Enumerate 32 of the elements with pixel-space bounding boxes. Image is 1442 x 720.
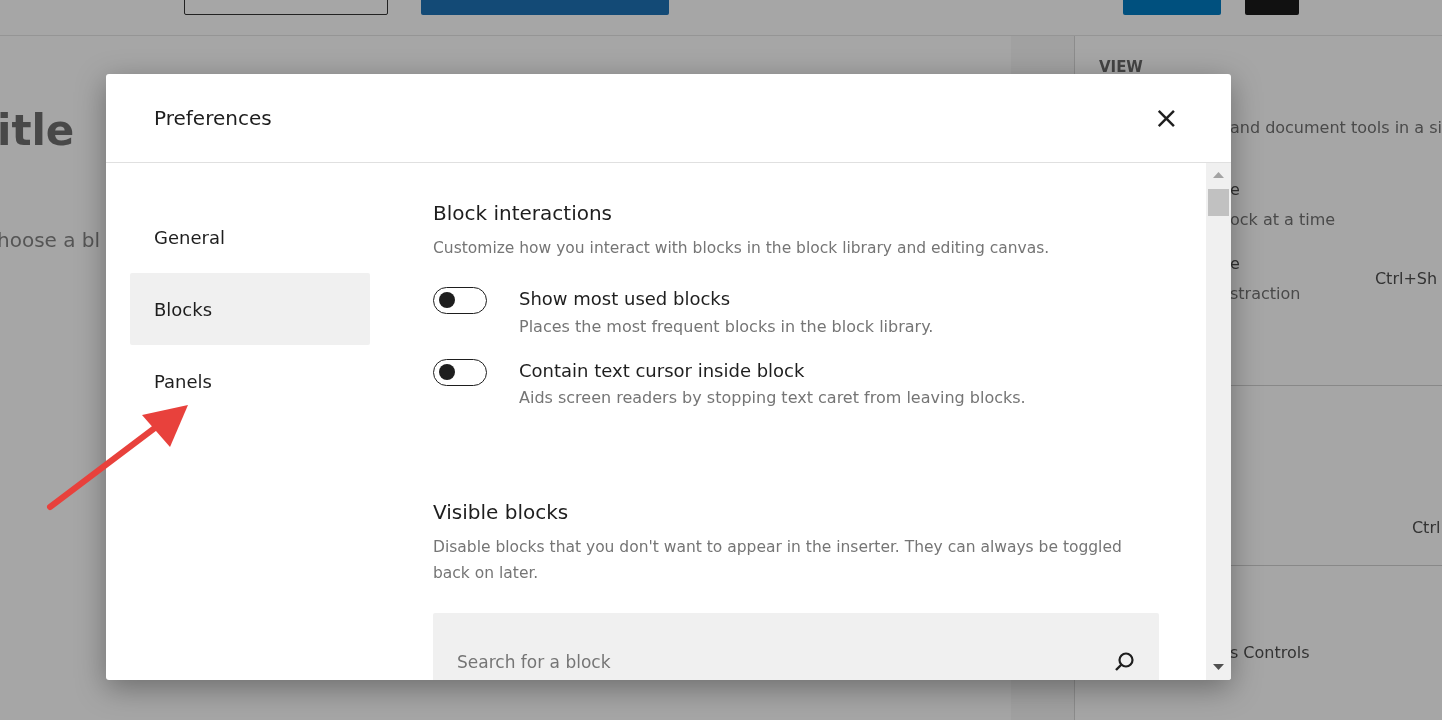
section-title: Visible blocks	[433, 500, 570, 525]
section-description: Disable blocks that you don't want to appear in the inserter. They can always be toggled back on later.	[433, 537, 1123, 585]
section-heading: VIEW	[1098, 57, 1144, 78]
scroll-thumb[interactable]	[1208, 189, 1229, 216]
nav-tab[interactable]: General	[130, 201, 370, 273]
option-description: ock at a time	[1229, 208, 1337, 231]
toggle-help-text: Places the most frequent blocks in the block library.	[519, 315, 934, 338]
toggle-switch[interactable]	[433, 287, 487, 315]
post-title-text: itle	[0, 106, 75, 155]
section-title: Block interactions	[433, 201, 614, 225]
toggle-label: Contain text cursor inside block	[519, 358, 806, 383]
nav-tab[interactable]: Blocks	[130, 273, 370, 345]
search-field[interactable]: Search for a block	[433, 612, 1159, 680]
option-label: e	[1229, 252, 1240, 275]
option-description: straction	[1229, 282, 1302, 305]
shortcut-text: Ctrl+Sh	[1374, 267, 1438, 290]
shortcut-text: Ctrl	[1411, 516, 1441, 539]
scroll-up-icon[interactable]	[1213, 172, 1224, 178]
scrollbar[interactable]	[1206, 163, 1231, 680]
close-button[interactable]: ×	[1149, 103, 1183, 133]
toggle-switch[interactable]	[433, 358, 487, 386]
option-label: s Controls	[1229, 641, 1310, 664]
toggle-help-text: Aids screen readers by stopping text caret from leaving blocks.	[519, 387, 1026, 410]
dialog-title: Preferences	[154, 106, 272, 130]
toggle-label: Show most used blocks	[519, 287, 732, 311]
option-label: e	[1229, 178, 1240, 201]
option-description: and document tools in a si	[1229, 116, 1442, 139]
toolbar-button[interactable]	[184, 0, 388, 15]
scroll-down-icon[interactable]	[1213, 664, 1224, 670]
section-description: Customize how you interact with blocks in the block library and editing canvas.	[433, 238, 1051, 259]
search-icon	[1113, 650, 1135, 673]
nav-tab[interactable]: Panels	[130, 345, 370, 417]
